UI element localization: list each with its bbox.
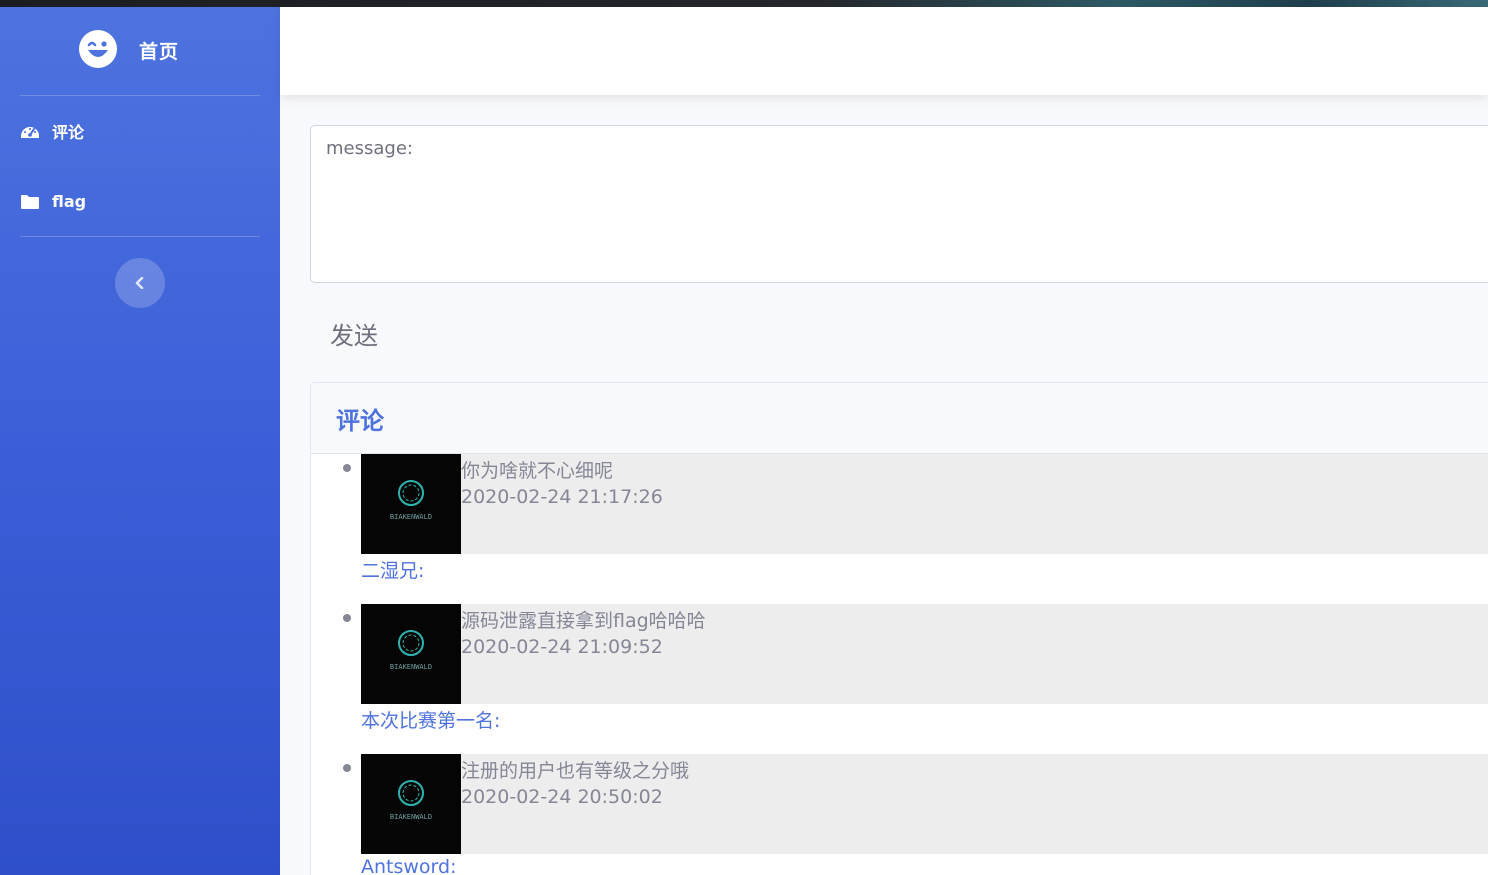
message-input[interactable] — [310, 125, 1488, 283]
comment-author-link[interactable]: 二湿兄: — [361, 556, 424, 583]
avatar: BIAKENWALD — [361, 754, 461, 854]
comment-time: 2020-02-24 20:50:02 — [461, 786, 663, 808]
comment-body: BIAKENWALD 源码泄露直接拿到flag哈哈哈 2020-02-24 21… — [361, 604, 1488, 704]
list-bullet — [343, 764, 351, 772]
sidebar-item-comments[interactable]: 评论 — [20, 111, 260, 151]
sidebar-item-label: 评论 — [52, 123, 85, 142]
comment-time: 2020-02-24 21:09:52 — [461, 636, 663, 658]
comment-body: BIAKENWALD 注册的用户也有等级之分哦 2020-02-24 20:50… — [361, 754, 1488, 854]
svg-text:BIAKENWALD: BIAKENWALD — [390, 663, 432, 671]
comment-text: 你为啥就不心细呢 — [461, 460, 614, 482]
svg-text:BIAKENWALD: BIAKENWALD — [390, 513, 432, 521]
send-button[interactable]: 发送 — [330, 316, 378, 351]
sidebar-divider — [20, 95, 260, 96]
browser-top-strip — [0, 0, 1488, 7]
laugh-wink-icon — [79, 30, 117, 68]
folder-icon — [20, 191, 40, 211]
comments-card-header: 评论 — [311, 383, 1488, 454]
sidebar: 首页 评论 flag — [0, 7, 280, 875]
list-bullet — [343, 464, 351, 472]
comment-text: 源码泄露直接拿到flag哈哈哈 — [461, 610, 706, 632]
avatar: BIAKENWALD — [361, 604, 461, 704]
sidebar-item-flag[interactable]: flag — [20, 181, 260, 221]
sidebar-toggle-button[interactable] — [115, 258, 165, 308]
sidebar-brand[interactable]: 首页 — [0, 7, 280, 95]
topbar — [280, 7, 1488, 95]
comment-time: 2020-02-24 21:17:26 — [461, 486, 663, 508]
brand-title: 首页 — [139, 41, 180, 63]
comment-author-link[interactable]: Antsword: — [361, 856, 457, 875]
chevron-left-icon — [135, 277, 144, 289]
avatar: BIAKENWALD — [361, 454, 461, 554]
comments-title: 评论 — [336, 406, 384, 435]
comment-body: BIAKENWALD 你为啥就不心细呢 2020-02-24 21:17:26 — [361, 454, 1488, 554]
tachometer-icon — [20, 121, 40, 141]
comment-author-link[interactable]: 本次比赛第一名: — [361, 706, 500, 733]
sidebar-item-label: flag — [52, 191, 87, 211]
svg-text:BIAKENWALD: BIAKENWALD — [390, 813, 432, 821]
comments-card: 评论 BIAKENWALD 你为啥就不心细呢 2020-02-24 21:17:… — [310, 382, 1488, 875]
sidebar-divider — [20, 236, 260, 237]
comment-text: 注册的用户也有等级之分哦 — [461, 760, 690, 782]
list-bullet — [343, 614, 351, 622]
